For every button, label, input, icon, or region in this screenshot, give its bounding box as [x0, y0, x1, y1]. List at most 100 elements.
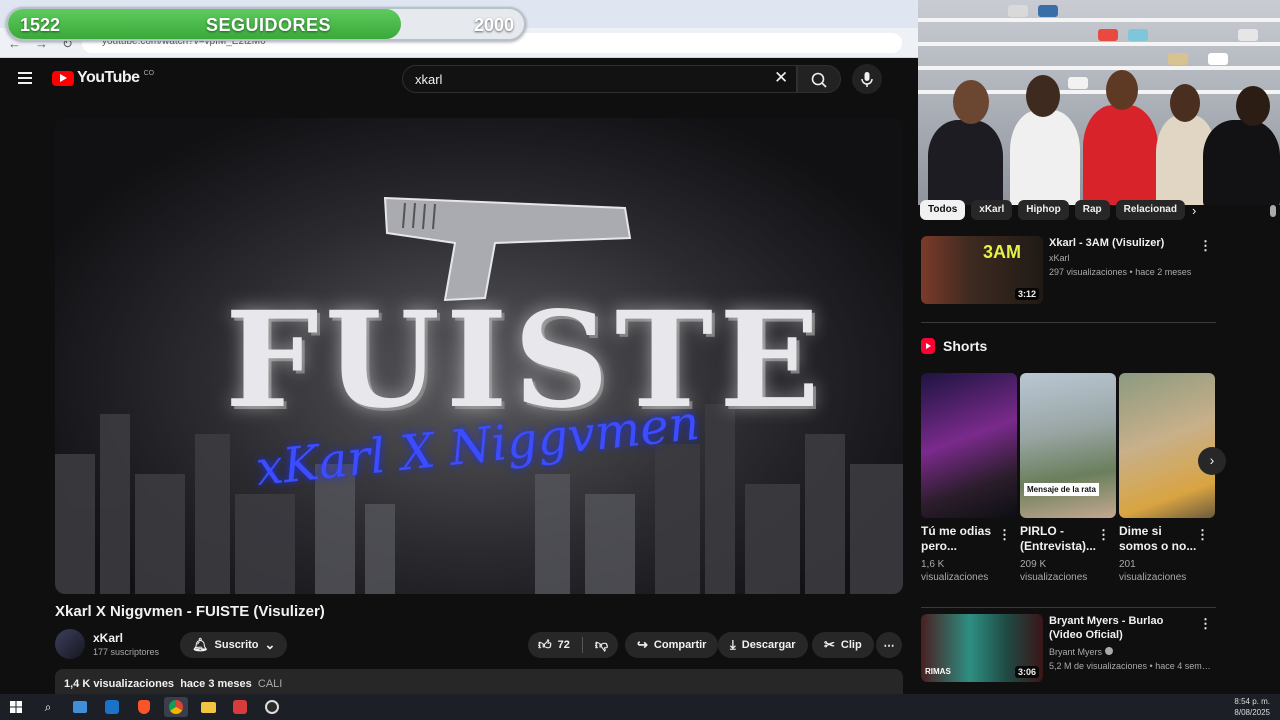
short-title[interactable]: Tú me odias pero...	[921, 524, 999, 554]
short-thumbnail[interactable]	[1119, 373, 1215, 518]
obs-icon[interactable]	[260, 697, 284, 717]
screen: ← → ↻ youtube.com/watch?v=vpIM_E2tzM0 15…	[0, 0, 1280, 720]
clock-time: 8:54 p. m.	[1234, 697, 1270, 706]
search-icon[interactable]: ⌕	[36, 697, 60, 717]
recommendation-channel[interactable]: xKarl	[1049, 253, 1070, 263]
recommendation-channel-row[interactable]: Bryant Myers	[1049, 647, 1114, 657]
clip-label: Clip	[840, 639, 862, 651]
short-card[interactable]: Tú me odias pero... 1,6 K visualizacione…	[921, 373, 1017, 584]
view-count: 1,4 K visualizaciones	[64, 678, 175, 690]
short-title[interactable]: Dime si somos o no...	[1119, 524, 1197, 554]
share-label: Compartir	[653, 639, 707, 651]
chip-rap[interactable]: Rap	[1074, 200, 1110, 220]
channel-name[interactable]: xKarl	[93, 631, 123, 645]
more-actions-button[interactable]: ⋯	[876, 632, 902, 658]
short-thumbnail[interactable]	[921, 373, 1017, 518]
thumbs-down-icon[interactable]: 👎︎	[595, 637, 608, 653]
more-vertical-icon[interactable]: ⋮	[1097, 527, 1110, 543]
chevron-right-icon: ›	[1209, 452, 1215, 468]
follower-goal: 2000	[473, 15, 514, 35]
channel-avatar[interactable]	[55, 629, 85, 659]
video-duration: 3:06	[1014, 666, 1039, 678]
thumbs-up-icon: 👍︎	[538, 637, 552, 652]
more-vertical-icon[interactable]: ⋮	[1196, 527, 1209, 543]
short-card[interactable]: Dime si somos o no... 201 visualizacione…	[1119, 373, 1215, 584]
country-code: CO	[143, 69, 155, 77]
scissors-icon: ✂	[824, 637, 835, 652]
search-input[interactable]: xkarl	[402, 65, 797, 93]
search-icon	[811, 72, 827, 88]
clock-date: 8/08/2025	[1234, 708, 1270, 717]
like-count: 72	[557, 639, 570, 651]
thumbnail-text: RIMAS	[925, 667, 951, 676]
chevron-right-icon[interactable]: ›	[1192, 203, 1196, 218]
app-red-icon[interactable]	[228, 697, 252, 717]
filter-chips: Todos xKarl Hiphop Rap Relacionad	[918, 200, 1280, 224]
short-views: 201 visualizaciones	[1119, 559, 1187, 583]
youtube-play-icon	[52, 70, 74, 86]
more-horizontal-icon: ⋯	[883, 639, 895, 652]
recommendation-item[interactable]: RIMAS 3:06 Bryant Myers - Burlao (Video …	[921, 614, 1216, 684]
youtube-logo-text: YouTube	[77, 69, 140, 86]
short-title[interactable]: PIRLO - (Entrevista)...	[1020, 524, 1098, 554]
recommendation-meta: 297 visualizaciones • hace 2 meses	[1049, 267, 1192, 277]
voice-search-button[interactable]	[852, 64, 882, 94]
windows-start-icon[interactable]	[4, 697, 28, 717]
webcam-feed	[918, 0, 1280, 205]
shorts-next-button[interactable]: ›	[1198, 447, 1226, 475]
brave-icon[interactable]	[132, 697, 156, 717]
more-vertical-icon[interactable]: ⋮	[1199, 238, 1212, 254]
bell-icon: 🔔︎	[192, 637, 209, 652]
video-title: Xkarl X Niggvmen - FUISTE (Visulizer)	[55, 603, 325, 620]
chip-relacionados[interactable]: Relacionad	[1115, 200, 1185, 220]
windows-taskbar: ⌕ 8:54 p. m. 8/08/2025	[0, 694, 1280, 720]
section-divider	[921, 607, 1216, 608]
section-divider	[921, 322, 1216, 323]
chip-todos[interactable]: Todos	[920, 200, 966, 220]
chip-hiphop[interactable]: Hiphop	[1018, 200, 1069, 220]
chevron-down-icon: ⌄	[264, 637, 276, 652]
clear-search-icon[interactable]: ✕	[774, 68, 788, 88]
recommendation-channel: Bryant Myers	[1049, 647, 1103, 657]
search-button[interactable]	[797, 65, 841, 93]
short-views: 1,6 K visualizaciones	[921, 559, 989, 583]
subscriber-count: 177 suscriptores	[93, 647, 160, 657]
sidebar-scrollbar[interactable]	[1270, 205, 1276, 217]
system-clock[interactable]: 8:54 p. m. 8/08/2025	[1234, 696, 1270, 718]
recommendation-item[interactable]: 3AM 3:12 Xkarl - 3AM (Visulizer) xKarl 2…	[921, 236, 1216, 306]
like-button[interactable]: 👍︎ 72 👎︎	[528, 632, 619, 658]
chip-xkarl[interactable]: xKarl	[971, 200, 1013, 220]
download-icon: ⤓	[730, 637, 736, 652]
download-label: Descargar	[741, 639, 796, 651]
store-icon[interactable]	[68, 697, 92, 717]
hamburger-menu-icon[interactable]	[18, 72, 34, 86]
subscribe-label: Suscrito	[214, 639, 259, 651]
recommendation-title[interactable]: Bryant Myers - Burlao (Video Oficial)	[1049, 614, 1199, 642]
more-vertical-icon[interactable]: ⋮	[1199, 616, 1212, 632]
chrome-icon[interactable]	[164, 697, 188, 717]
upload-age: hace 3 meses	[180, 678, 252, 690]
file-explorer-icon[interactable]	[196, 697, 220, 717]
shorts-header: Shorts	[921, 338, 987, 354]
short-card[interactable]: Mensaje de la rata PIRLO - (Entrevista).…	[1020, 373, 1116, 584]
follower-goal-bar: 1522 SEGUIDORES 2000	[6, 7, 526, 41]
recommendation-thumbnail[interactable]: RIMAS 3:06	[921, 614, 1043, 682]
like-divider	[581, 637, 583, 653]
subscribe-button[interactable]: 🔔︎ Suscrito ⌄	[180, 632, 288, 658]
video-player[interactable]: FUISTE xKarl X Niggvmen	[55, 118, 903, 594]
follower-label: SEGUIDORES	[206, 15, 332, 35]
share-button[interactable]: ↪ Compartir	[625, 632, 719, 658]
follower-progress-fill	[8, 9, 401, 39]
recommendation-thumbnail[interactable]: 3AM 3:12	[921, 236, 1043, 304]
short-thumbnail[interactable]: Mensaje de la rata	[1020, 373, 1116, 518]
youtube-logo[interactable]: YouTube CO	[52, 69, 154, 87]
outlook-icon[interactable]	[100, 697, 124, 717]
recommendation-title[interactable]: Xkarl - 3AM (Visulizer)	[1049, 236, 1199, 250]
recommendation-meta: 5,2 M de visualizaciones • hace 4 seman.…	[1049, 661, 1214, 671]
clip-button[interactable]: ✂ Clip	[812, 632, 874, 658]
video-duration: 3:12	[1014, 288, 1039, 300]
follower-current: 1522	[20, 15, 61, 35]
location-tag[interactable]: CALI	[258, 678, 282, 690]
download-button[interactable]: ⤓ Descargar	[718, 632, 808, 658]
more-vertical-icon[interactable]: ⋮	[998, 527, 1011, 543]
